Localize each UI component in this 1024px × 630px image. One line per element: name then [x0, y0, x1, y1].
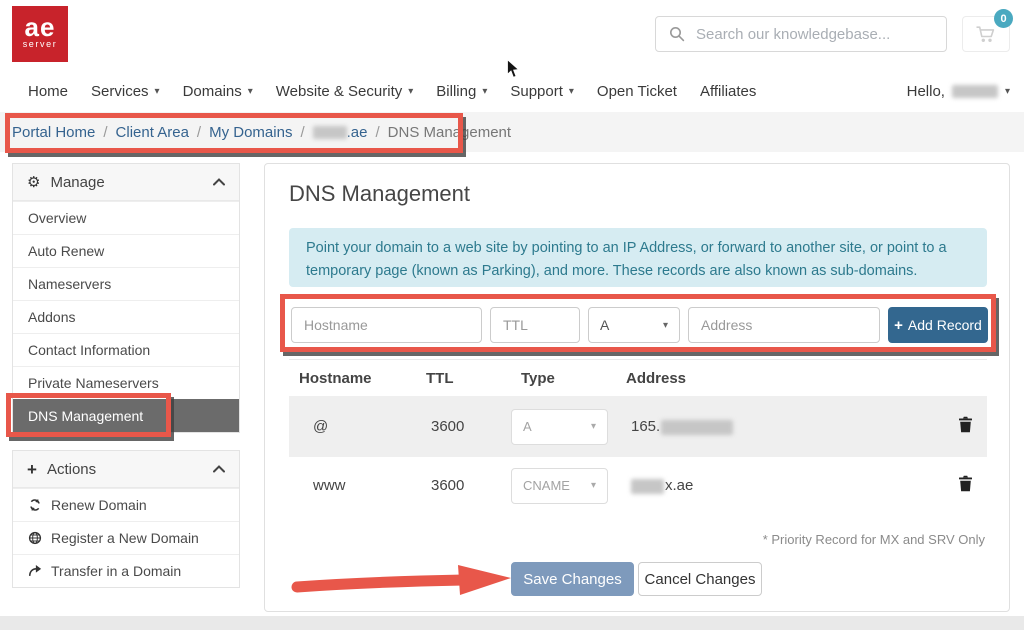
sidebar-item-dns-management[interactable]: DNS Management — [13, 399, 239, 432]
breadcrumb-current: DNS Management — [388, 124, 511, 141]
redacted-ip-address — [661, 420, 733, 435]
knowledgebase-search[interactable] — [655, 16, 947, 52]
greeting-label: Hello, — [907, 83, 945, 100]
redacted-username — [952, 85, 998, 98]
transfer-icon — [28, 564, 42, 578]
delete-record-button[interactable] — [958, 416, 987, 438]
record-address: x.ae — [616, 477, 901, 494]
sidebar-item-addons[interactable]: Addons — [13, 300, 239, 333]
caret-down-icon: ▾ — [591, 421, 596, 432]
actions-title: Actions — [47, 461, 96, 478]
dns-management-page: ae server 0 Home Services▾ Domains▾ Webs… — [0, 0, 1024, 630]
redacted-address-prefix — [631, 479, 664, 494]
nav-affiliates[interactable]: Affiliates — [700, 83, 756, 100]
caret-down-icon: ▾ — [569, 86, 574, 97]
sidebar-item-nameservers[interactable]: Nameservers — [13, 267, 239, 300]
trash-icon — [958, 416, 973, 438]
record-ttl: 3600 — [416, 418, 511, 435]
sidebar-item-auto-renew[interactable]: Auto Renew — [13, 234, 239, 267]
dns-management-card: DNS Management Point your domain to a we… — [264, 163, 1010, 612]
sidebar-item-transfer-domain[interactable]: Transfer in a Domain — [13, 554, 239, 587]
hostname-input[interactable] — [291, 307, 482, 343]
col-ttl: TTL — [416, 370, 511, 387]
user-menu[interactable]: Hello, ▾ — [907, 70, 1010, 112]
nav-services[interactable]: Services▾ — [91, 83, 160, 100]
info-alert: Point your domain to a web site by point… — [289, 228, 987, 287]
plus-icon: + — [27, 461, 37, 478]
nav-billing[interactable]: Billing▾ — [436, 83, 487, 100]
manage-title: Manage — [50, 174, 104, 191]
manage-panel: ⚙ Manage Overview Auto Renew Nameservers… — [12, 163, 240, 433]
col-hostname: Hostname — [289, 370, 416, 387]
nav-support[interactable]: Support▾ — [510, 83, 574, 100]
breadcrumb-client-area[interactable]: Client Area — [116, 124, 189, 141]
sidebar-item-contact-information[interactable]: Contact Information — [13, 333, 239, 366]
record-ttl: 3600 — [416, 477, 511, 494]
sidebar-item-register-new-domain[interactable]: Register a New Domain — [13, 521, 239, 554]
caret-down-icon: ▾ — [663, 320, 668, 331]
nav-domains[interactable]: Domains▾ — [183, 83, 253, 100]
actions-panel: + Actions Renew Domain Register a New Do… — [12, 450, 240, 588]
breadcrumb-domain[interactable]: .ae — [313, 124, 368, 141]
col-address: Address — [616, 370, 901, 387]
aeserver-logo[interactable]: ae server — [12, 6, 68, 62]
mouse-cursor-icon — [506, 59, 520, 84]
caret-down-icon: ▾ — [408, 86, 413, 97]
sidebar-item-overview[interactable]: Overview — [13, 201, 239, 234]
record-type-select[interactable]: A ▾ — [588, 307, 680, 343]
priority-footnote: * Priority Record for MX and SRV Only — [763, 532, 985, 547]
cart-button[interactable]: 0 — [962, 16, 1010, 52]
page-title: DNS Management — [289, 181, 470, 207]
address-input[interactable] — [688, 307, 880, 343]
nav-website-security[interactable]: Website & Security▾ — [276, 83, 413, 100]
sidebar: ⚙ Manage Overview Auto Renew Nameservers… — [12, 163, 240, 588]
caret-down-icon: ▾ — [155, 86, 160, 97]
sidebar-item-renew-domain[interactable]: Renew Domain — [13, 488, 239, 521]
dns-record-row: @ 3600 A ▾ 165. — [289, 396, 987, 457]
col-type: Type — [511, 370, 616, 387]
record-hostname: @ — [289, 418, 416, 435]
footer-strip — [0, 616, 1024, 630]
caret-down-icon: ▾ — [248, 86, 253, 97]
refresh-icon — [28, 498, 42, 512]
breadcrumb: Portal Home / Client Area / My Domains /… — [0, 112, 1024, 152]
nav-open-ticket[interactable]: Open Ticket — [597, 83, 677, 100]
caret-down-icon: ▾ — [482, 86, 487, 97]
logo-text-ae: ae — [12, 15, 68, 39]
cart-count-badge: 0 — [994, 9, 1013, 28]
search-icon — [669, 26, 685, 42]
table-header-row: Hostname TTL Type Address — [289, 359, 987, 396]
cancel-changes-button[interactable]: Cancel Changes — [638, 562, 762, 596]
logo-text-server: server — [12, 39, 68, 49]
trash-icon — [958, 475, 973, 497]
chevron-up-icon — [213, 465, 225, 473]
gear-icon: ⚙ — [27, 175, 40, 190]
record-hostname: www — [289, 477, 416, 494]
breadcrumb-portal-home[interactable]: Portal Home — [12, 124, 95, 141]
record-type-select-disabled: A ▾ — [511, 409, 608, 445]
actions-panel-header[interactable]: + Actions — [13, 451, 239, 488]
add-record-button[interactable]: + Add Record — [888, 307, 988, 343]
save-changes-button[interactable]: Save Changes — [511, 562, 634, 596]
delete-record-button[interactable] — [958, 475, 987, 497]
redacted-domain-name — [313, 126, 347, 139]
sidebar-item-private-nameservers[interactable]: Private Nameservers — [13, 366, 239, 399]
record-type-select-disabled: CNAME ▾ — [511, 468, 608, 504]
cart-icon — [975, 25, 997, 44]
caret-down-icon: ▾ — [591, 480, 596, 491]
globe-icon — [28, 531, 42, 545]
dns-record-row: www 3600 CNAME ▾ x.ae — [289, 457, 987, 514]
manage-panel-header[interactable]: ⚙ Manage — [13, 164, 239, 201]
record-address: 165. — [616, 418, 901, 435]
ttl-input[interactable] — [490, 307, 580, 343]
search-input[interactable] — [696, 26, 933, 43]
plus-icon: + — [894, 317, 903, 334]
nav-home[interactable]: Home — [28, 83, 68, 100]
chevron-up-icon — [213, 178, 225, 186]
caret-down-icon: ▾ — [1005, 86, 1010, 97]
breadcrumb-my-domains[interactable]: My Domains — [209, 124, 292, 141]
record-type-value: A — [600, 317, 609, 333]
